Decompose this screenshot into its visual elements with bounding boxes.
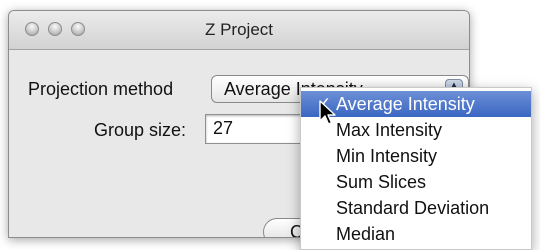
menu-item-sum-slices[interactable]: Sum Slices (301, 169, 531, 195)
menu-item-label: Standard Deviation (336, 198, 490, 218)
menu-item-label: Median (336, 224, 396, 244)
menu-item-label: Min Intensity (336, 146, 438, 166)
menu-item-label: Sum Slices (336, 172, 427, 192)
menu-item-median[interactable]: Median (301, 221, 531, 247)
title-bar[interactable]: Z Project (9, 11, 469, 50)
window-title: Z Project (204, 20, 274, 39)
menu-item-label: Max Intensity (336, 120, 443, 140)
group-size-input[interactable]: 27 (205, 114, 309, 144)
mouse-pointer-icon (319, 100, 336, 125)
menu-item-min-intensity[interactable]: Min Intensity (301, 143, 531, 169)
projection-method-label: Projection method (28, 79, 174, 99)
screen: Z Project Projection method Average Inte… (0, 0, 540, 250)
menu-item-label: Average Intensity (336, 94, 475, 114)
menu-item-standard-deviation[interactable]: Standard Deviation (301, 195, 531, 221)
group-size-label: Group size: (94, 120, 187, 140)
